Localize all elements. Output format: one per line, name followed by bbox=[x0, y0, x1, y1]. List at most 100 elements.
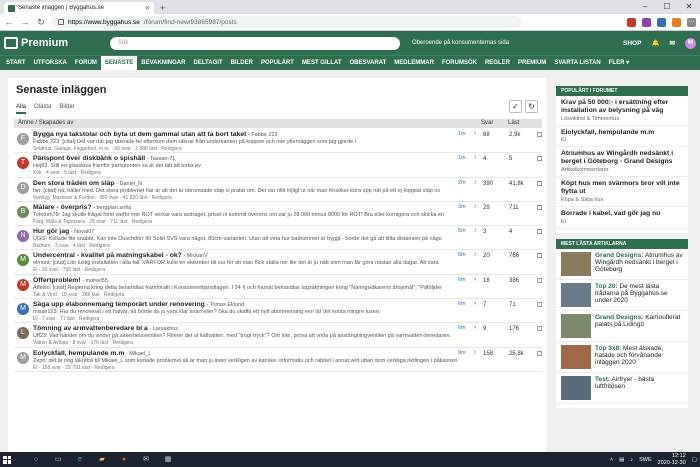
select-checkbox[interactable] bbox=[537, 156, 542, 162]
chevron-right-icon[interactable]: › bbox=[474, 251, 476, 258]
thread-title[interactable]: Säga upp elabonnemang temporärt under re… bbox=[33, 301, 473, 308]
language-indicator[interactable]: SWE bbox=[639, 457, 652, 463]
new-tab-button[interactable]: + bbox=[160, 2, 165, 14]
reload-icon[interactable]: ↻ bbox=[36, 17, 46, 28]
user-avatar[interactable]: M bbox=[17, 351, 29, 364]
last-post-time[interactable]: 6m bbox=[458, 252, 466, 258]
select-checkbox[interactable] bbox=[537, 253, 542, 259]
network-icon[interactable]: ▤ bbox=[619, 457, 624, 463]
close-tab-icon[interactable]: ✕ bbox=[145, 5, 150, 12]
user-avatar[interactable]: B bbox=[17, 205, 29, 218]
thread-title[interactable]: Tömning av armvattenberedare bl a - Lars… bbox=[33, 325, 473, 332]
nav-item-fler[interactable]: FLER ▾ bbox=[605, 56, 633, 71]
chevron-right-icon[interactable]: › bbox=[474, 227, 476, 234]
tab-alla[interactable]: Alla bbox=[16, 104, 27, 114]
extension-icon[interactable] bbox=[657, 17, 666, 27]
thread-title[interactable]: Den stora tråden om släp - Daniel_N bbox=[33, 180, 473, 187]
select-checkbox[interactable] bbox=[537, 302, 542, 308]
table-row[interactable]: T Pärlspont över diskbänk o spishäll - T… bbox=[14, 153, 542, 178]
article-thumbnail[interactable] bbox=[561, 313, 591, 338]
popular-item[interactable]: Borrade i kabel, vad gör jag nu El bbox=[556, 207, 688, 229]
thread-title[interactable]: Bygga nya takstolar och byta ut dem gamm… bbox=[33, 131, 473, 138]
select-checkbox[interactable] bbox=[537, 277, 542, 283]
article-item[interactable]: Grand Designs: Atriumhus av Wingårdh ned… bbox=[556, 249, 688, 280]
nav-item-forumsok[interactable]: FORUMSÖK bbox=[438, 56, 481, 71]
user-avatar[interactable]: N bbox=[17, 230, 29, 243]
chevron-up-icon[interactable]: ˄ bbox=[610, 457, 613, 463]
chevron-right-icon[interactable]: › bbox=[474, 276, 476, 283]
user-avatar[interactable]: T bbox=[17, 157, 29, 170]
select-checkbox[interactable] bbox=[537, 326, 542, 332]
nav-item-bilder[interactable]: BILDER bbox=[227, 56, 257, 71]
user-avatar[interactable]: D bbox=[17, 181, 29, 194]
last-post-time[interactable]: 1m bbox=[458, 131, 466, 137]
bell-icon[interactable]: 🔔 bbox=[651, 39, 659, 47]
table-row[interactable]: M Säga upp elabonnemang temporärt under … bbox=[14, 299, 542, 324]
select-checkbox[interactable] bbox=[537, 180, 542, 186]
table-row[interactable]: M Undercentral - kvalitet på matningskab… bbox=[14, 250, 542, 275]
last-post-time[interactable]: 6m bbox=[458, 325, 466, 331]
avatar[interactable]: M bbox=[685, 37, 696, 49]
chevron-right-icon[interactable]: › bbox=[474, 324, 476, 331]
last-post-time[interactable]: 6m bbox=[458, 301, 466, 307]
user-avatar[interactable]: M bbox=[17, 278, 29, 291]
table-row[interactable]: M Eolyckfall, hempulande m.m - Mikael_L … bbox=[14, 348, 542, 372]
article-thumbnail[interactable] bbox=[561, 344, 591, 369]
select-checkbox[interactable] bbox=[537, 204, 542, 210]
table-row[interactable]: L Tömning av armvattenberedare bl a - La… bbox=[14, 323, 542, 348]
browser-tab[interactable]: Senaste inläggen | Byggahus.se ✕ bbox=[4, 2, 154, 14]
extension-icon[interactable] bbox=[642, 17, 651, 27]
notifications-icon[interactable]: ▢ bbox=[692, 457, 697, 463]
table-row[interactable]: M Offertproblem! - molnel55 Affexio: [ci… bbox=[14, 275, 542, 300]
nav-item-obesvarat[interactable]: OBESVARAT bbox=[346, 56, 391, 71]
nav-item-utforska[interactable]: UTFORSKA bbox=[30, 56, 71, 71]
nav-item-popularts[interactable]: POPULÄRT bbox=[257, 56, 298, 71]
popular-item[interactable]: Atriumhus av Wingårdh nedsänkt i berget … bbox=[556, 147, 688, 178]
task-view-icon[interactable]: ▭ bbox=[50, 454, 66, 465]
volume-icon[interactable]: ♪ bbox=[630, 457, 633, 463]
article-item[interactable]: Top 3x8: Mest älskade, hatade och förvån… bbox=[556, 342, 688, 373]
tab-olasta[interactable]: Olästa bbox=[34, 104, 51, 114]
last-post-time[interactable]: 3m bbox=[458, 204, 466, 210]
chevron-right-icon[interactable]: › bbox=[474, 179, 476, 186]
thread-title[interactable]: Undercentral - kvalitet på matningskabel… bbox=[33, 252, 473, 259]
select-checkbox[interactable] bbox=[537, 350, 542, 356]
tab-bilder[interactable]: Bilder bbox=[59, 104, 74, 114]
windows-start-icon[interactable] bbox=[3, 455, 11, 464]
nav-item-svarta-listan[interactable]: SVARTA LISTAN bbox=[550, 56, 604, 71]
thread-title[interactable]: Offertproblem! - molnel55 bbox=[33, 277, 473, 284]
minimize-icon[interactable]: – bbox=[634, 0, 656, 14]
site-logo[interactable]: Premium bbox=[4, 37, 110, 49]
last-post-time[interactable]: 6m bbox=[458, 277, 466, 283]
url-field[interactable]: https://www.byggahus.se/forum/find-new/9… bbox=[52, 16, 522, 28]
article-thumbnail[interactable] bbox=[561, 251, 591, 276]
last-post-time[interactable]: 1m bbox=[458, 155, 466, 161]
forward-icon[interactable]: → bbox=[20, 17, 30, 27]
nav-item-start[interactable]: START bbox=[2, 56, 30, 71]
table-row[interactable]: N Hur gör jag - Noval07 UGG: Kollade lit… bbox=[14, 226, 542, 251]
article-thumbnail[interactable] bbox=[561, 375, 591, 400]
user-avatar[interactable]: M bbox=[17, 254, 29, 267]
chevron-right-icon[interactable]: › bbox=[474, 203, 476, 210]
edge-icon[interactable]: e bbox=[72, 454, 88, 465]
select-checkbox[interactable] bbox=[537, 229, 542, 235]
article-thumbnail[interactable] bbox=[561, 282, 591, 307]
popular-item[interactable]: Elolyckfall, hempulande m.m El bbox=[556, 126, 688, 148]
extension-icon[interactable] bbox=[672, 17, 681, 27]
nav-item-mest-gillat[interactable]: MEST GILLAT bbox=[298, 56, 346, 71]
user-avatar[interactable]: F bbox=[17, 133, 29, 145]
shop-link[interactable]: SHOP bbox=[623, 40, 641, 47]
refresh-icon[interactable]: ↻ bbox=[525, 100, 538, 113]
table-row[interactable]: F Bygga nya takstolar och byta ut dem ga… bbox=[14, 129, 542, 154]
back-icon[interactable]: ← bbox=[4, 17, 14, 27]
mark-read-icon[interactable]: ✓ bbox=[509, 100, 522, 113]
nav-item-senaste[interactable]: SENASTE bbox=[100, 55, 138, 71]
nav-item-forum[interactable]: FORUM bbox=[71, 56, 101, 71]
mail-app-icon[interactable]: ✉ bbox=[138, 454, 154, 465]
search-icon[interactable]: ○ bbox=[28, 454, 44, 465]
last-post-time[interactable]: 9m bbox=[458, 350, 466, 356]
extension-icon[interactable] bbox=[627, 17, 636, 27]
last-post-time[interactable]: 2m bbox=[458, 180, 466, 186]
folder-icon[interactable]: ▰ bbox=[94, 454, 110, 465]
popular-item[interactable]: Köpt hus men svärmors bror vill inte fly… bbox=[556, 177, 688, 207]
